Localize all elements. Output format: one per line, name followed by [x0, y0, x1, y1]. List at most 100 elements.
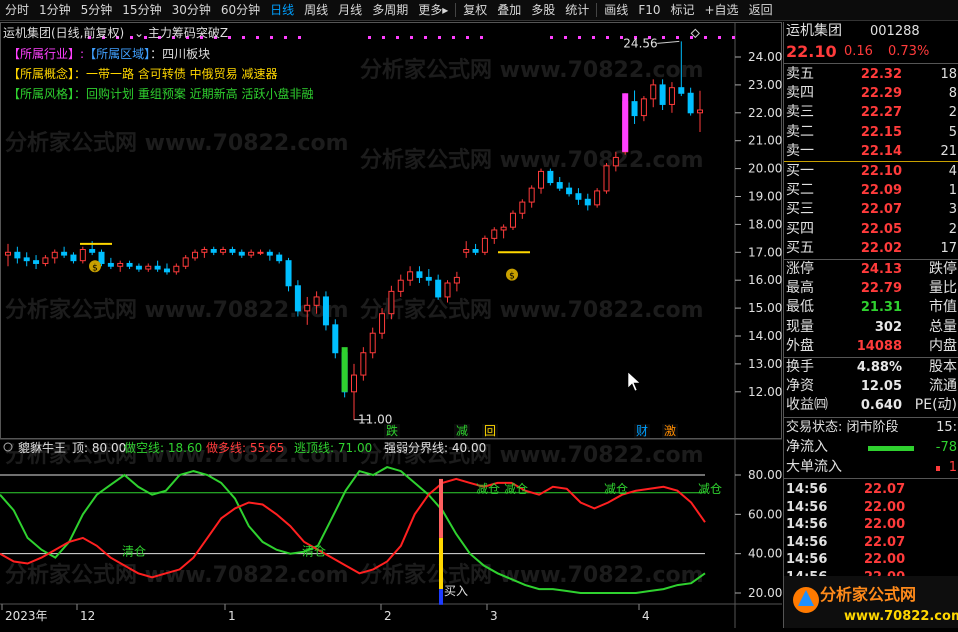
toolbar-item-7[interactable]: 周线	[299, 0, 333, 21]
quote-panel: 运机集团 001288 22.10 0.16 0.73% 卖五 22.32 18 卖四 22.29…	[783, 22, 958, 628]
signal-dot	[396, 36, 399, 39]
info-industry: 【所属行业】:【所属区域】：四川板块	[8, 47, 211, 61]
signal-dot	[284, 36, 287, 39]
tick-row: 14:56 22.00	[784, 515, 958, 534]
candle-body	[126, 262, 133, 267]
candle-body	[379, 313, 386, 334]
price-tick-label: 16.00	[748, 273, 782, 287]
indicator-name[interactable]: ⌄ 主力筹码突破Z	[134, 26, 228, 40]
ind-tick-label: 20.00	[748, 586, 782, 600]
tick-time: 14:56	[786, 552, 828, 567]
toolbar-item-16[interactable]: F10	[633, 0, 665, 21]
toolbar-item-9[interactable]: 多周期	[367, 0, 413, 21]
stat2-label: 换手	[786, 359, 814, 375]
stat-label: 外盘	[786, 337, 814, 354]
stat2-extra-label: 流通	[929, 378, 957, 395]
ask-volume: 8	[948, 86, 957, 102]
price-tick-label: 14.00	[748, 329, 782, 343]
ask-price: 22.27	[860, 105, 902, 121]
candle-body	[23, 257, 30, 262]
watermark-7: 分析家公式网 www.70822.com	[5, 562, 349, 588]
watermark-4: 分析家公式网 www.70822.com	[360, 297, 704, 323]
toolbar-item-17[interactable]: 标记	[665, 0, 699, 21]
candle-body	[668, 87, 675, 105]
buy-bar-yellow	[439, 537, 443, 590]
info-value: ：回购计划 重组预案 近期新高 活跃小盘非融	[74, 87, 314, 101]
candle-body	[351, 374, 357, 393]
signal-dot	[410, 36, 413, 39]
high-marker: 24.56	[623, 36, 657, 50]
candle-body	[463, 249, 470, 253]
toolbar-item-18[interactable]: +自选	[700, 0, 744, 21]
indicator-signal-label: 减仓	[698, 482, 722, 496]
candle-body	[566, 187, 573, 195]
tick-row: 14:56 22.07	[784, 533, 958, 552]
stat-label: 涨停	[786, 261, 814, 277]
toolbar-item-10[interactable]: 更多▸	[413, 0, 453, 21]
stat-extra-label: 内盘	[929, 337, 957, 354]
signal-dot	[424, 36, 427, 39]
toolbar-item-1[interactable]: 1分钟	[34, 0, 76, 21]
toolbar-item-4[interactable]: 30分钟	[167, 0, 216, 21]
ask-label: 卖五	[786, 66, 814, 82]
toolbar-item-12[interactable]: 叠加	[492, 0, 526, 21]
x-axis-label: 4	[642, 609, 650, 623]
candle-body	[697, 109, 703, 114]
toolbar-item-6[interactable]: 日线	[265, 0, 299, 21]
toolbar-item-8[interactable]: 月线	[333, 0, 367, 21]
signal-dot	[606, 36, 609, 39]
tick-time: 14:56	[786, 499, 828, 515]
chevron-down-icon[interactable]: ⌄	[134, 26, 144, 40]
toolbar: 分时 1分钟 5分钟 15分钟 30分钟 60分钟 日线 周线 月线 多周期 更多▸ 复权 叠加 多股 统计…	[0, 0, 958, 21]
ask-row: 卖二 22.15 5	[784, 123, 958, 142]
bid-label: 买五	[786, 239, 814, 256]
bid-price: 22.05	[860, 221, 902, 237]
signal-label: 激	[664, 424, 676, 438]
ind-tick-label: 80.00	[748, 468, 782, 482]
kline-chart[interactable]: 分析家公式网 www.70822.com 分析家公式网 www.70822.com…	[0, 22, 782, 628]
signal-dot	[676, 36, 679, 39]
signal-dot	[452, 36, 455, 39]
bid-volume: 2	[948, 221, 957, 237]
toolbar-item-15[interactable]: 画线	[599, 0, 633, 21]
ask-price: 22.32	[860, 67, 902, 82]
chart-area[interactable]: 分析家公式网 www.70822.com 分析家公式网 www.70822.com…	[0, 22, 782, 628]
tick-time: 14:56	[786, 482, 828, 497]
info-value: ：一带一路 含可转债 中俄贸易 减速器	[74, 67, 278, 81]
candle-body	[631, 101, 638, 117]
toolbar-item-11[interactable]: 复权	[458, 0, 492, 21]
x-axis-label: 3	[490, 609, 498, 623]
stat2-label: 收益㈣	[786, 397, 828, 414]
toolbar-item-2[interactable]: 5分钟	[76, 0, 118, 21]
big-inflow-row: 大单流入 1	[784, 458, 958, 477]
stat-label: 最高	[786, 280, 814, 297]
toolbar-item-0[interactable]: 分时	[0, 0, 34, 21]
signal-dot	[564, 36, 567, 39]
price-tick-label: 24.00	[748, 50, 782, 64]
ask-row: 卖三 22.27 2	[784, 103, 958, 122]
bid-price: 22.10	[860, 164, 902, 179]
ask-label: 卖四	[786, 85, 814, 102]
candle-body	[397, 279, 404, 292]
toolbar-item-3[interactable]: 15分钟	[117, 0, 166, 21]
info-style: 【所属风格】：回购计划 重组预案 近期新高 活跃小盘非融	[8, 85, 313, 102]
toolbar-item-19[interactable]: 返回	[744, 0, 778, 21]
ask-price: 22.29	[860, 86, 902, 102]
stock-title: 运机集团(日线,前复权)	[3, 26, 125, 40]
candle-body	[98, 251, 105, 264]
buy-bar-red	[439, 478, 443, 538]
candle-body	[556, 182, 563, 189]
toolbar-item-5[interactable]: 60分钟	[216, 0, 265, 21]
info-label: 【所属概念】	[8, 67, 75, 81]
candle-body	[248, 251, 255, 256]
signal-dot	[228, 36, 231, 39]
signal-dot	[466, 36, 469, 39]
toolbar-item-13[interactable]: 多股	[526, 0, 560, 21]
toolbar-item-14[interactable]: 统计	[560, 0, 594, 21]
ask-label: 卖一	[786, 142, 814, 159]
divider	[784, 478, 958, 479]
tick-price: 22.07	[864, 534, 906, 550]
ask-volume: 5	[948, 124, 957, 140]
watermark-8: 分析家公式网 www.70822.com	[360, 562, 704, 588]
candle-body	[192, 251, 199, 259]
